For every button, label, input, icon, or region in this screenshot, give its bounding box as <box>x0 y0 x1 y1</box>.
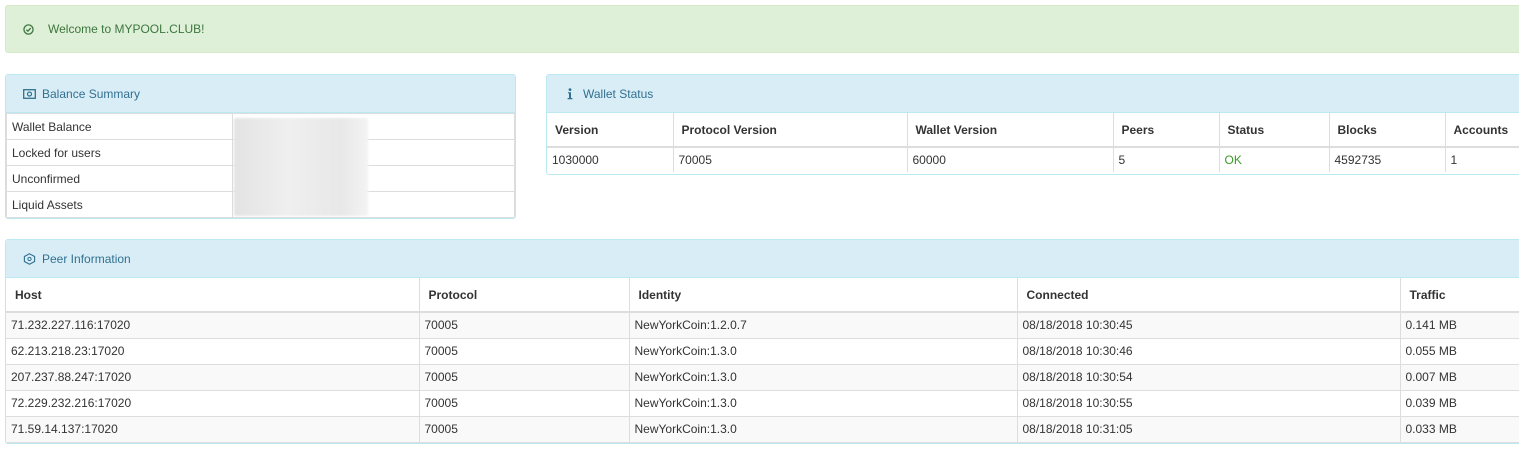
peer-col-connected: Connected <box>1017 278 1401 313</box>
peer-host: 71.232.227.116:17020 <box>6 312 420 339</box>
wallet-col-peers: Peers <box>1113 113 1220 148</box>
peer-identity: NewYorkCoin:1.3.0 <box>629 364 1018 391</box>
peer-host: 72.229.232.216:17020 <box>6 390 420 417</box>
table-row: 71.232.227.116:17020 70005 NewYorkCoin:1… <box>6 312 1519 339</box>
wallet-status-title: Wallet Status <box>583 86 654 101</box>
peer-protocol: 70005 <box>419 416 630 443</box>
balance-summary-title: Balance Summary <box>42 86 141 101</box>
check-circle-icon <box>22 23 34 35</box>
network-icon <box>22 252 36 265</box>
peer-traffic: 0.141 MB <box>1400 312 1519 339</box>
wallet-col-accounts: Accounts <box>1445 113 1519 148</box>
balance-label: Liquid Assets <box>6 191 233 218</box>
wallet-data-row: 1030000 70005 60000 5 OK 4592735 1 <box>547 147 1519 172</box>
peer-protocol: 70005 <box>419 312 630 339</box>
peer-host: 207.237.88.247:17020 <box>6 364 420 391</box>
peer-information-panel: Peer Information Host Protocol Identity … <box>5 239 1519 444</box>
wallet-col-blocks: Blocks <box>1329 113 1446 148</box>
peer-table: Host Protocol Identity Connected Traffic… <box>6 278 1519 443</box>
peer-header-row: Host Protocol Identity Connected Traffic <box>6 278 1519 313</box>
peer-identity: NewYorkCoin:1.3.0 <box>629 338 1018 365</box>
table-row: 62.213.218.23:17020 70005 NewYorkCoin:1.… <box>6 338 1519 365</box>
balance-summary-heading: Balance Summary <box>6 75 515 113</box>
peer-connected: 08/18/2018 10:30:55 <box>1017 390 1401 417</box>
wallet-peers-value: 5 <box>1113 147 1220 172</box>
money-icon <box>22 88 36 100</box>
peer-col-identity: Identity <box>629 278 1018 313</box>
peer-protocol: 70005 <box>419 338 630 365</box>
peer-connected: 08/18/2018 10:31:05 <box>1017 416 1401 443</box>
wallet-accounts-value: 1 <box>1445 147 1519 172</box>
balance-label: Unconfirmed <box>6 165 233 192</box>
wallet-status-table: Version Protocol Version Wallet Version … <box>547 113 1519 172</box>
wallet-blocks-value: 4592735 <box>1329 147 1446 172</box>
welcome-message: Welcome to MYPOOL.CLUB! <box>48 22 205 36</box>
wallet-col-protocol-version: Protocol Version <box>673 113 908 148</box>
peer-information-heading: Peer Information <box>6 240 1519 278</box>
peer-connected: 08/18/2018 10:30:54 <box>1017 364 1401 391</box>
table-row: 207.237.88.247:17020 70005 NewYorkCoin:1… <box>6 364 1519 391</box>
peer-protocol: 70005 <box>419 390 630 417</box>
wallet-status-heading: Wallet Status <box>547 75 1519 113</box>
balance-label: Wallet Balance <box>6 113 233 140</box>
peer-identity: NewYorkCoin:1.2.0.7 <box>629 312 1018 339</box>
peer-host: 71.59.14.137:17020 <box>6 416 420 443</box>
wallet-protocol-version-value: 70005 <box>673 147 908 172</box>
peer-col-host: Host <box>6 278 420 313</box>
welcome-alert: Welcome to MYPOOL.CLUB! <box>5 5 1519 53</box>
table-row: 71.59.14.137:17020 70005 NewYorkCoin:1.3… <box>6 416 1519 443</box>
wallet-status-panel: Wallet Status Version Protocol Version W… <box>546 74 1519 175</box>
peer-connected: 08/18/2018 10:30:46 <box>1017 338 1401 365</box>
redacted-balance-values <box>234 118 368 216</box>
peer-connected: 08/18/2018 10:30:45 <box>1017 312 1401 339</box>
info-icon <box>563 87 577 100</box>
wallet-header-row: Version Protocol Version Wallet Version … <box>547 113 1519 148</box>
peer-protocol: 70005 <box>419 364 630 391</box>
wallet-wallet-version-value: 60000 <box>907 147 1114 172</box>
peer-col-protocol: Protocol <box>419 278 630 313</box>
wallet-col-wallet-version: Wallet Version <box>907 113 1114 148</box>
table-row: 72.229.232.216:17020 70005 NewYorkCoin:1… <box>6 390 1519 417</box>
peer-identity: NewYorkCoin:1.3.0 <box>629 416 1018 443</box>
wallet-status-value: OK <box>1219 147 1330 172</box>
peer-identity: NewYorkCoin:1.3.0 <box>629 390 1018 417</box>
peer-col-traffic: Traffic <box>1400 278 1519 313</box>
peer-traffic: 0.039 MB <box>1400 390 1519 417</box>
peer-traffic: 0.007 MB <box>1400 364 1519 391</box>
wallet-col-version: Version <box>547 113 674 148</box>
peer-host: 62.213.218.23:17020 <box>6 338 420 365</box>
peer-traffic: 0.055 MB <box>1400 338 1519 365</box>
peer-traffic: 0.033 MB <box>1400 416 1519 443</box>
wallet-col-status: Status <box>1219 113 1330 148</box>
peer-information-title: Peer Information <box>42 251 131 266</box>
balance-label: Locked for users <box>6 139 233 166</box>
wallet-version-value: 1030000 <box>547 147 674 172</box>
